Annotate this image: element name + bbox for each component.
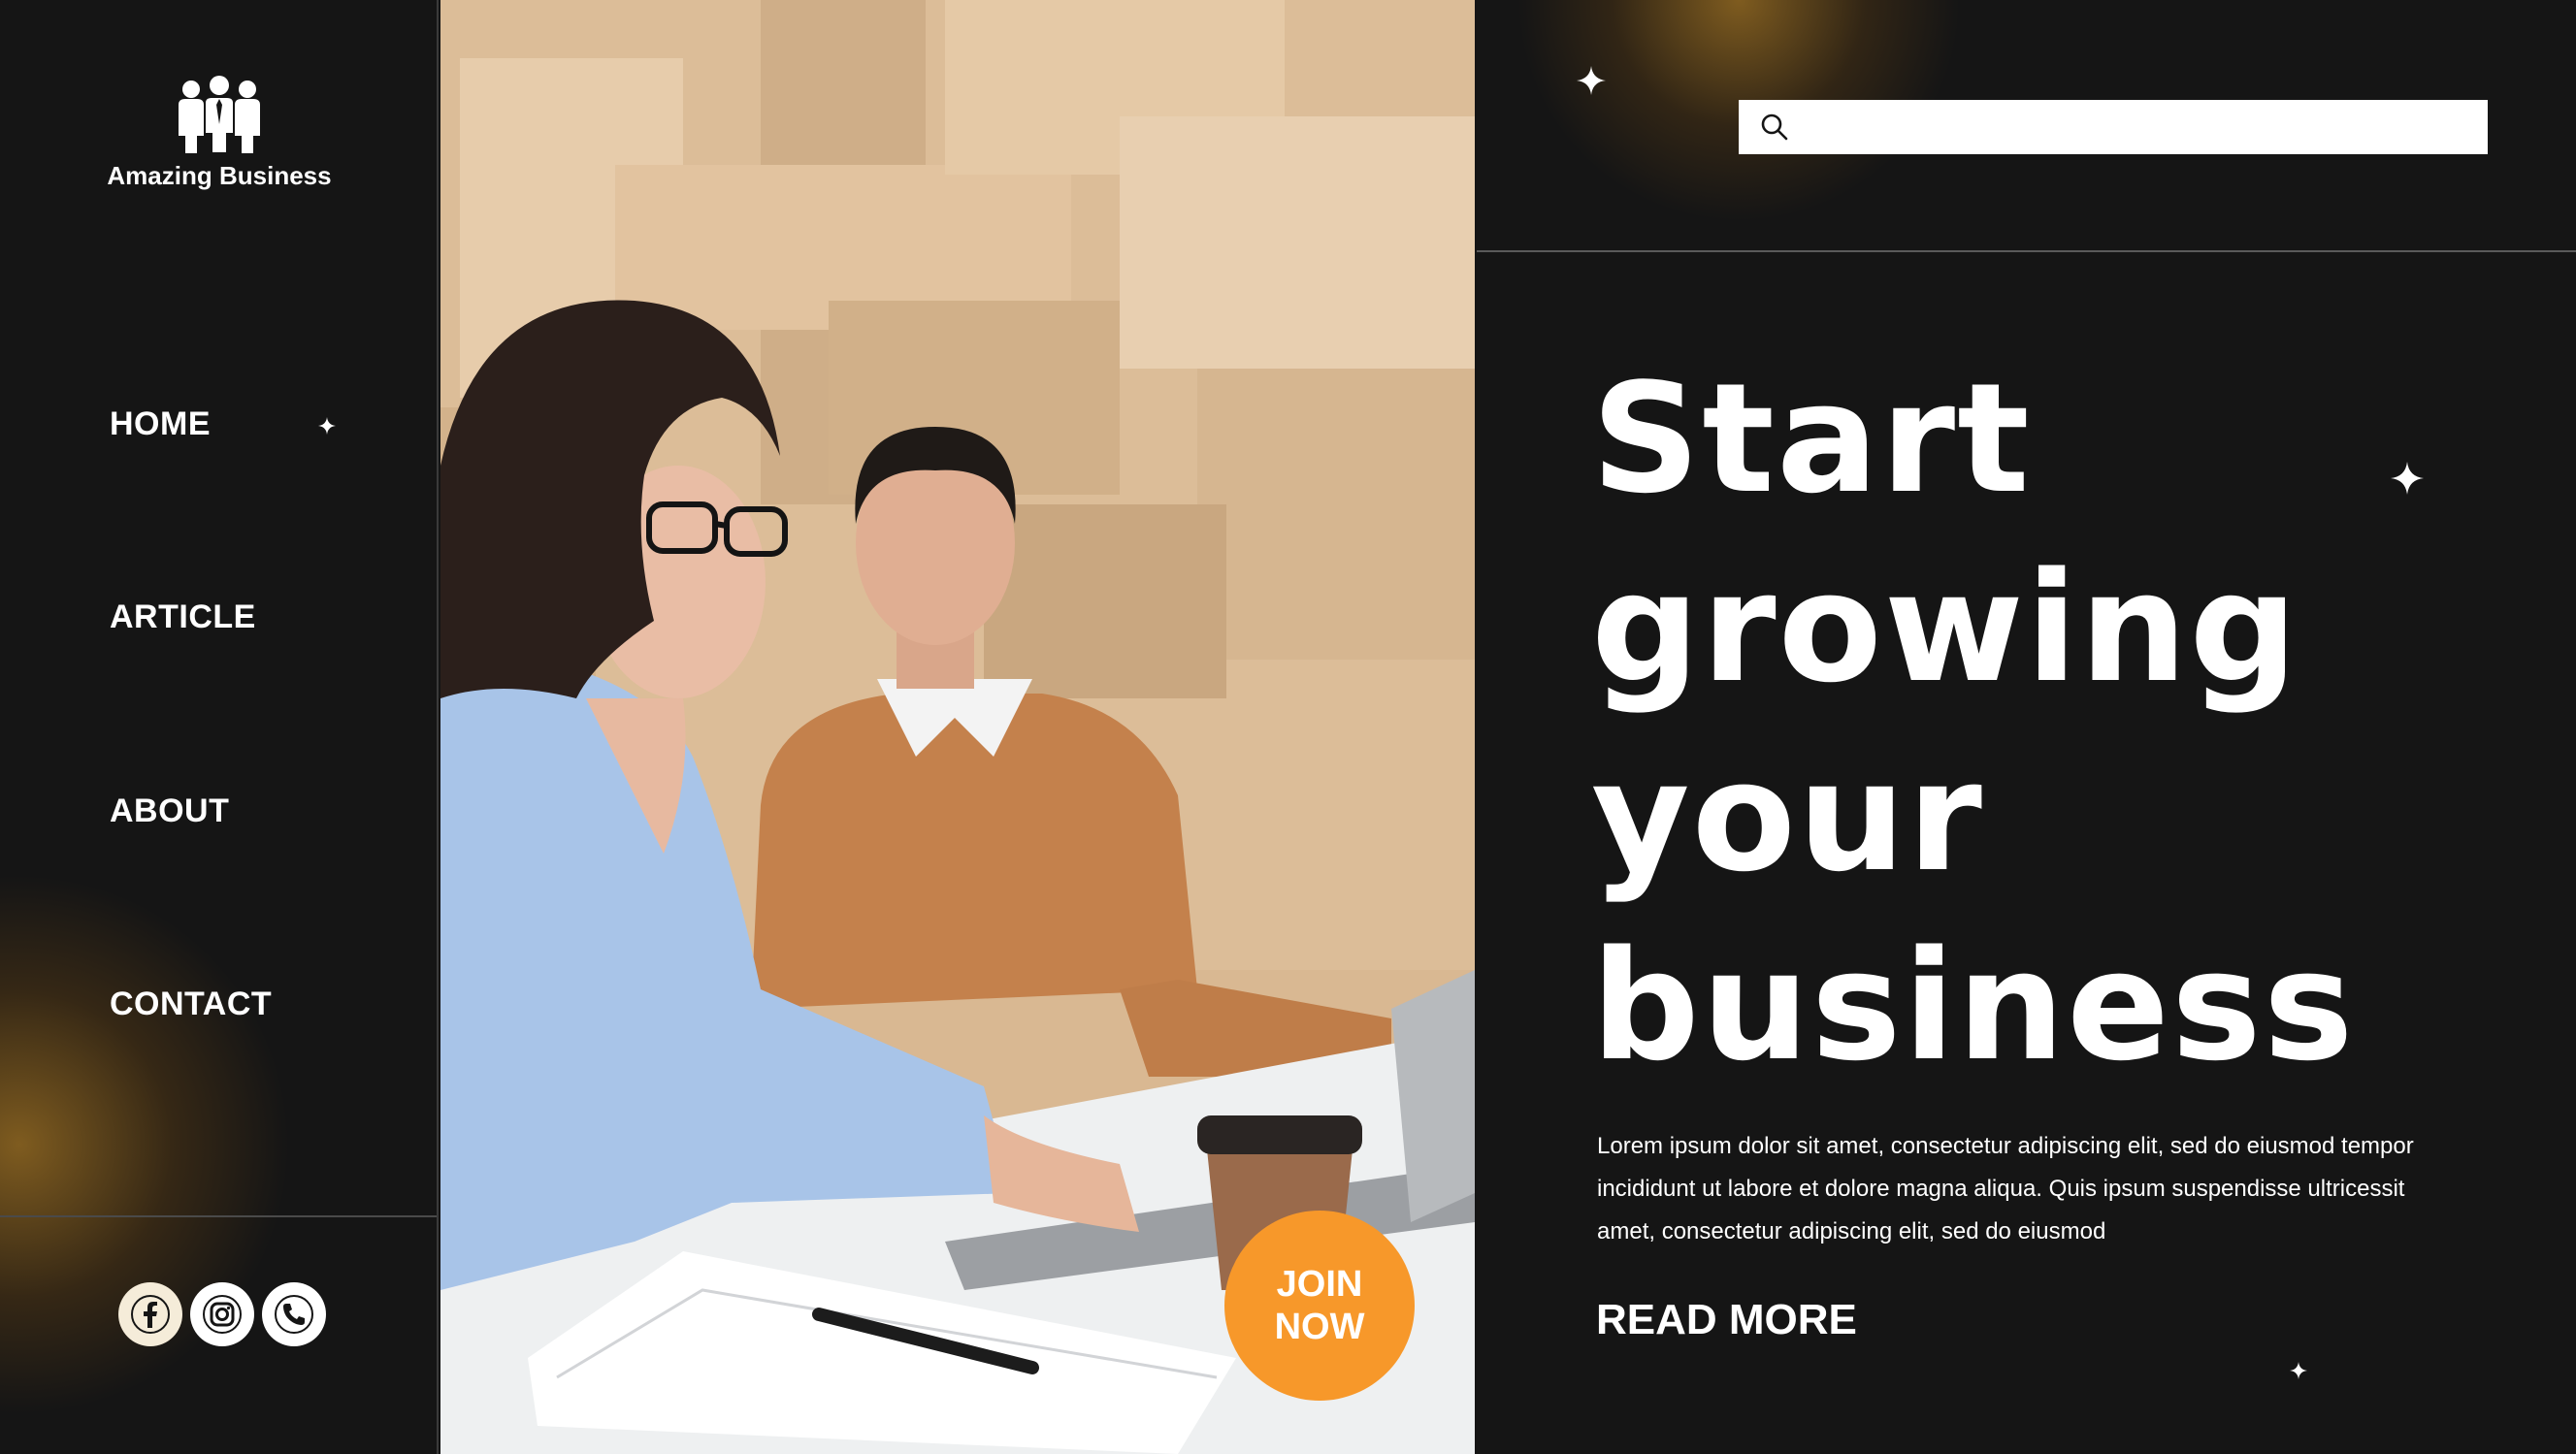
brand-logo[interactable]: Amazing Business (0, 76, 437, 191)
headline-line-1: Start (1591, 350, 2032, 527)
join-now-button[interactable]: JOIN NOW (1224, 1211, 1415, 1401)
sidebar: Amazing Business HOME ARTICLE ABOUT CONT… (0, 0, 439, 1454)
facebook-button[interactable] (118, 1282, 182, 1346)
facebook-icon (131, 1295, 170, 1334)
nav-item-home[interactable]: HOME (110, 405, 211, 443)
hero-headline: Start growing your business (1591, 344, 2356, 1101)
phone-button[interactable] (262, 1282, 326, 1346)
sparkle-icon (2290, 1362, 2307, 1379)
read-more-link[interactable]: READ MORE (1596, 1296, 1857, 1344)
sparkle-icon (2391, 462, 2424, 495)
brand-name: Amazing Business (107, 161, 332, 190)
nav-item-article[interactable]: ARTICLE (110, 598, 256, 636)
nav-item-about[interactable]: ABOUT (110, 792, 229, 830)
business-people-icon (179, 76, 260, 153)
header-divider (1477, 250, 2576, 252)
instagram-icon (203, 1295, 242, 1334)
sidebar-divider (0, 1215, 437, 1217)
active-indicator-star-icon (318, 417, 336, 435)
sparkle-icon (1577, 66, 1606, 95)
search-input[interactable] (1789, 100, 2488, 154)
social-links (118, 1282, 326, 1346)
headline-line-3: your (1591, 728, 1984, 905)
search-icon (1761, 113, 1788, 141)
join-now-line-2: NOW (1274, 1307, 1365, 1347)
phone-icon (275, 1295, 313, 1334)
search-bar[interactable] (1739, 100, 2488, 154)
headline-line-2: growing (1591, 539, 2300, 716)
hero-description: Lorem ipsum dolor sit amet, consectetur … (1597, 1133, 2414, 1244)
instagram-button[interactable] (190, 1282, 254, 1346)
hero-panel: Start growing your business Lorem ipsum … (1477, 0, 2576, 1454)
nav-item-contact[interactable]: CONTACT (110, 985, 272, 1023)
join-now-line-1: JOIN (1276, 1264, 1363, 1305)
headline-line-4: business (1591, 918, 2356, 1094)
